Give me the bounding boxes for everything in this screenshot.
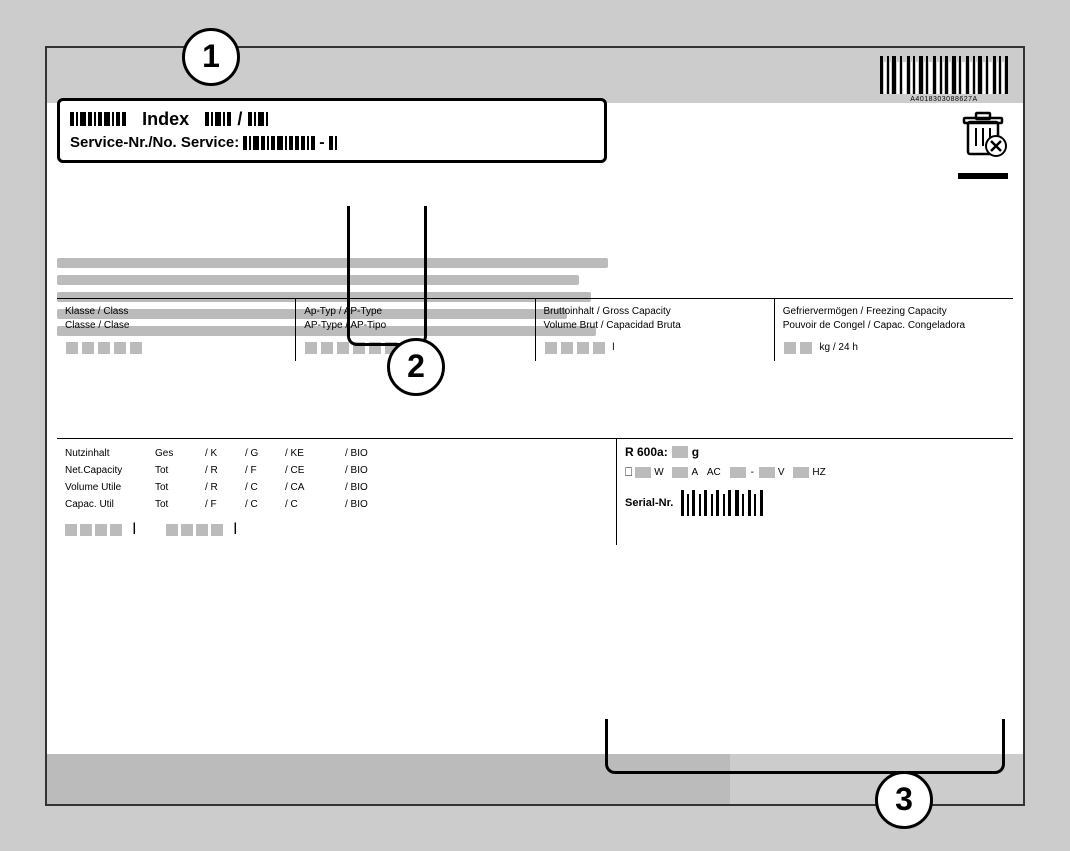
c-label2: / C bbox=[245, 496, 285, 513]
g-label: / G bbox=[245, 445, 285, 462]
r-label2: / R bbox=[205, 479, 245, 496]
gross-value: l bbox=[544, 341, 766, 355]
class-title: Klasse / Class Classe / Clase bbox=[65, 305, 287, 333]
barcode-image bbox=[880, 56, 1008, 94]
power-val-w bbox=[635, 467, 651, 478]
freezing-title: Gefriervermögen / Freezing Capacity Pouv… bbox=[783, 305, 1005, 333]
spec-col-class: Klasse / Class Classe / Clase bbox=[57, 299, 296, 361]
service-barcode bbox=[243, 136, 315, 150]
bio1-label: / BIO bbox=[345, 445, 405, 462]
power-w-label: W bbox=[654, 467, 663, 478]
index-label: Index bbox=[142, 109, 189, 130]
power-val-v1 bbox=[730, 467, 746, 478]
power-val-v2 bbox=[759, 467, 775, 478]
power-ac-label: AC bbox=[707, 467, 721, 478]
bottom-right: R 600a: g ⎕ W A AC - V HZ bbox=[617, 439, 1013, 545]
tot1-label: Tot bbox=[155, 462, 205, 479]
weee-symbol-area bbox=[958, 108, 1008, 179]
ca-label: / CA bbox=[285, 479, 345, 496]
barcode-text: A4018303088627A bbox=[910, 96, 977, 103]
bio2-label: / BIO bbox=[345, 462, 405, 479]
section3-bracket bbox=[605, 719, 1005, 774]
service-label: Service-Nr./No. Service: bbox=[70, 134, 239, 151]
circle-2: 2 bbox=[387, 338, 445, 396]
freezing-value: kg / 24 h bbox=[783, 341, 1005, 355]
plug-icon: ⎕ bbox=[625, 465, 632, 480]
power-a-label: A bbox=[691, 467, 698, 478]
spec-col-freezing: Gefriervermögen / Freezing Capacity Pouv… bbox=[775, 299, 1013, 361]
ges-label: Ges bbox=[155, 445, 205, 462]
volume-utile-label: Volume Utile bbox=[65, 479, 155, 496]
power-val-a bbox=[672, 467, 688, 478]
spec-col-gross: Bruttoinhalt / Gross Capacity Volume Bru… bbox=[536, 299, 775, 361]
f-label: / F bbox=[245, 462, 285, 479]
gross-title: Bruttoinhalt / Gross Capacity Volume Bru… bbox=[544, 305, 766, 333]
net-capacity-label: Net.Capacity bbox=[65, 462, 155, 479]
circle-1: 1 bbox=[182, 28, 240, 86]
f-label2: / F bbox=[205, 496, 245, 513]
label-container: A4018303088627A 1 bbox=[45, 46, 1025, 806]
capacity-values: l l bbox=[65, 521, 608, 539]
circle-3: 3 bbox=[875, 771, 933, 829]
serial-barcode bbox=[681, 490, 763, 516]
bottom-left: Nutzinhalt Ges / K / G / KE / BIO Net.Ca… bbox=[57, 439, 617, 545]
ce-label: / CE bbox=[285, 462, 345, 479]
section1-line1: Index / bbox=[70, 109, 594, 130]
bio4-label: / BIO bbox=[345, 496, 405, 513]
k-label: / K bbox=[205, 445, 245, 462]
val-block-2: l bbox=[166, 521, 237, 539]
barcode-placeholder-1 bbox=[70, 112, 126, 126]
tot2-label: Tot bbox=[155, 479, 205, 496]
bottom-section: Nutzinhalt Ges / K / G / KE / BIO Net.Ca… bbox=[57, 438, 1013, 545]
power-v-label: V bbox=[778, 467, 785, 478]
capac-util-label: Capac. Util bbox=[65, 496, 155, 513]
class-value bbox=[65, 341, 287, 355]
ke-label: / KE bbox=[285, 445, 345, 462]
r600a-label: R 600a: bbox=[625, 445, 668, 459]
barcode-top-area: A4018303088627A bbox=[880, 56, 1008, 103]
specs-table: Klasse / Class Classe / Clase Ap-Typ / A… bbox=[57, 298, 1013, 361]
section1-box: Index / Service-Nr./No. Service: - bbox=[57, 98, 607, 163]
power-hz-label: HZ bbox=[812, 467, 825, 478]
r600a-value bbox=[672, 446, 688, 458]
r-label1: / R bbox=[205, 462, 245, 479]
tot3-label: Tot bbox=[155, 496, 205, 513]
c-label3: / C bbox=[285, 496, 345, 513]
serial-section: Serial-Nr. bbox=[625, 490, 1005, 516]
barcode-placeholder-2 bbox=[205, 112, 231, 126]
section2-pointer bbox=[347, 206, 427, 346]
serial-label: Serial-Nr. bbox=[625, 497, 673, 509]
nutzinhalt-label: Nutzinhalt bbox=[65, 445, 155, 462]
val-block-1: l bbox=[65, 521, 136, 539]
weee-icon bbox=[958, 108, 1008, 170]
barcode-placeholder-3 bbox=[248, 112, 268, 126]
section1-line2: Service-Nr./No. Service: - bbox=[70, 134, 594, 152]
capacity-labels: Nutzinhalt Ges / K / G / KE / BIO Net.Ca… bbox=[65, 445, 608, 513]
power-val-hz bbox=[793, 467, 809, 478]
r600a-line: R 600a: g bbox=[625, 445, 1005, 459]
power-line: ⎕ W A AC - V HZ bbox=[625, 465, 1005, 480]
service-barcode-2 bbox=[329, 136, 337, 150]
bio3-label: / BIO bbox=[345, 479, 405, 496]
r600a-unit: g bbox=[692, 445, 699, 459]
weee-bar bbox=[958, 173, 1008, 179]
c-label1: / C bbox=[245, 479, 285, 496]
